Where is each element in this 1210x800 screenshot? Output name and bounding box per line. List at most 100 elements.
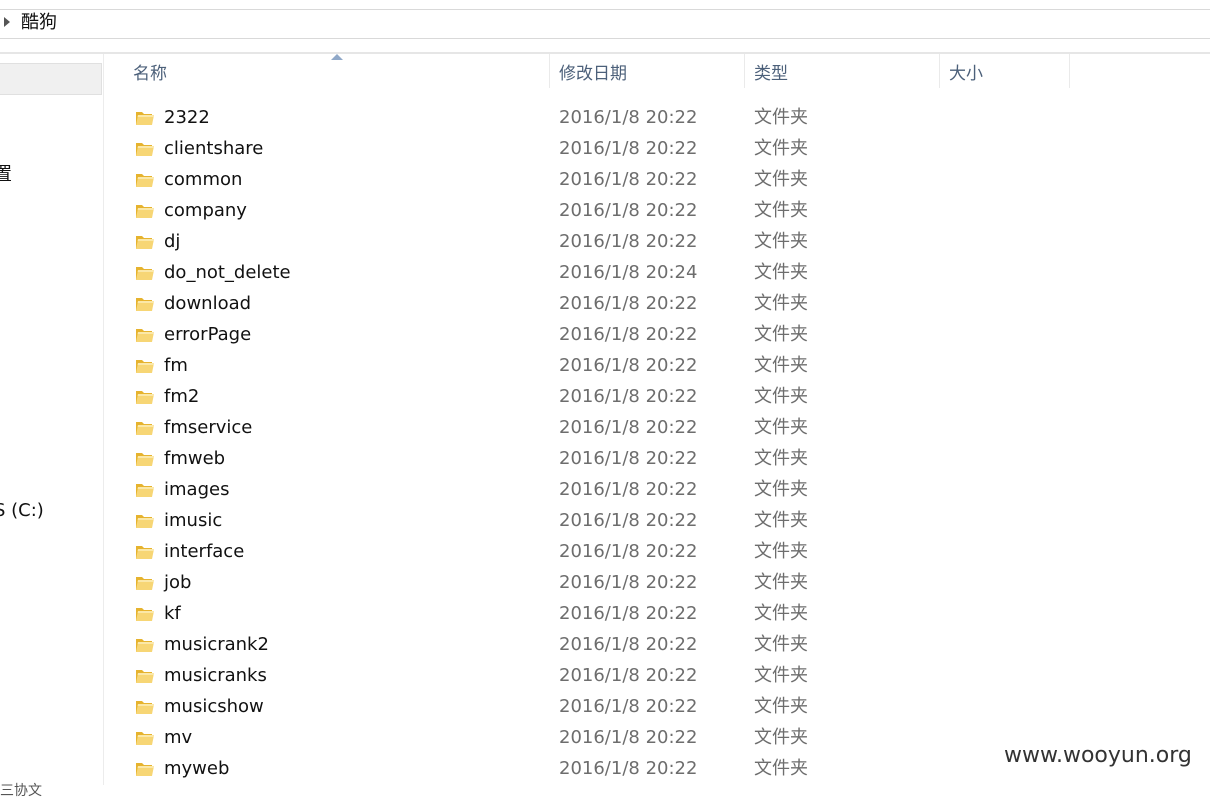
file-modified-date: 2016/1/8 20:24 bbox=[559, 262, 698, 283]
file-name[interactable]: do_not_delete bbox=[164, 261, 291, 285]
nav-item-label[interactable]: 置 bbox=[0, 160, 12, 186]
nav-item-selected[interactable] bbox=[0, 63, 102, 95]
file-name[interactable]: images bbox=[164, 478, 229, 502]
file-modified-date: 2016/1/8 20:22 bbox=[559, 448, 698, 469]
file-row[interactable]: musicranks 2016/1/8 20:22 文件夹 bbox=[105, 661, 1210, 692]
column-separator[interactable] bbox=[1069, 54, 1070, 88]
file-name[interactable]: dj bbox=[164, 230, 180, 254]
file-row[interactable]: errorPage 2016/1/8 20:22 文件夹 bbox=[105, 320, 1210, 351]
file-modified-date: 2016/1/8 20:22 bbox=[559, 727, 698, 748]
folder-icon bbox=[135, 636, 155, 654]
file-name[interactable]: imusic bbox=[164, 509, 222, 533]
nav-item-label[interactable]: 三协文 bbox=[0, 780, 42, 800]
file-modified-date: 2016/1/8 20:22 bbox=[559, 510, 698, 531]
file-name[interactable]: fm2 bbox=[164, 385, 199, 409]
file-type: 文件夹 bbox=[754, 758, 808, 779]
column-separator[interactable] bbox=[939, 54, 940, 88]
file-modified-date: 2016/1/8 20:22 bbox=[559, 355, 698, 376]
file-name[interactable]: fm bbox=[164, 354, 188, 378]
folder-icon bbox=[135, 729, 155, 747]
file-row[interactable]: musicrank2 2016/1/8 20:22 文件夹 bbox=[105, 630, 1210, 661]
address-bar-border bbox=[0, 38, 1210, 39]
navigation-pane[interactable]: 置 S (C:) 三协文 bbox=[0, 54, 104, 799]
column-header-date[interactable]: 修改日期 bbox=[559, 62, 627, 86]
address-path[interactable]: 酷狗 bbox=[21, 12, 57, 34]
folder-icon bbox=[135, 326, 155, 344]
folder-icon bbox=[135, 605, 155, 623]
column-header-size[interactable]: 大小 bbox=[949, 62, 983, 86]
file-row[interactable]: do_not_delete 2016/1/8 20:24 文件夹 bbox=[105, 258, 1210, 289]
file-type: 文件夹 bbox=[754, 107, 808, 128]
file-row[interactable]: dj 2016/1/8 20:22 文件夹 bbox=[105, 227, 1210, 258]
folder-icon bbox=[135, 574, 155, 592]
file-type: 文件夹 bbox=[754, 324, 808, 345]
file-name[interactable]: kf bbox=[164, 602, 181, 626]
chevron-right-icon[interactable] bbox=[4, 17, 10, 27]
file-row[interactable]: fmservice 2016/1/8 20:22 文件夹 bbox=[105, 413, 1210, 444]
file-row[interactable]: imusic 2016/1/8 20:22 文件夹 bbox=[105, 506, 1210, 537]
file-name[interactable]: fmservice bbox=[164, 416, 252, 440]
file-row[interactable]: download 2016/1/8 20:22 文件夹 bbox=[105, 289, 1210, 320]
folder-icon bbox=[135, 512, 155, 530]
column-header-row: 名称 修改日期 类型 大小 bbox=[105, 54, 1210, 94]
file-name[interactable]: mv bbox=[164, 726, 192, 750]
file-name[interactable]: interface bbox=[164, 540, 244, 564]
file-name[interactable]: job bbox=[164, 571, 191, 595]
column-header-type[interactable]: 类型 bbox=[754, 62, 788, 86]
file-modified-date: 2016/1/8 20:22 bbox=[559, 169, 698, 190]
file-name[interactable]: musicrank2 bbox=[164, 633, 269, 657]
file-name[interactable]: errorPage bbox=[164, 323, 251, 347]
file-name[interactable]: download bbox=[164, 292, 251, 316]
file-modified-date: 2016/1/8 20:22 bbox=[559, 293, 698, 314]
file-row[interactable]: common 2016/1/8 20:22 文件夹 bbox=[105, 165, 1210, 196]
file-name[interactable]: musicranks bbox=[164, 664, 267, 688]
file-row[interactable]: job 2016/1/8 20:22 文件夹 bbox=[105, 568, 1210, 599]
file-type: 文件夹 bbox=[754, 572, 808, 593]
file-type: 文件夹 bbox=[754, 355, 808, 376]
file-type: 文件夹 bbox=[754, 665, 808, 686]
file-type: 文件夹 bbox=[754, 386, 808, 407]
file-name[interactable]: myweb bbox=[164, 757, 229, 781]
file-name[interactable]: musicshow bbox=[164, 695, 264, 719]
file-row[interactable]: fm2 2016/1/8 20:22 文件夹 bbox=[105, 382, 1210, 413]
file-type: 文件夹 bbox=[754, 696, 808, 717]
file-row[interactable]: images 2016/1/8 20:22 文件夹 bbox=[105, 475, 1210, 506]
file-modified-date: 2016/1/8 20:22 bbox=[559, 758, 698, 779]
address-bar-border bbox=[0, 9, 1210, 10]
file-modified-date: 2016/1/8 20:22 bbox=[559, 479, 698, 500]
file-name[interactable]: 2322 bbox=[164, 106, 210, 130]
file-row[interactable]: company 2016/1/8 20:22 文件夹 bbox=[105, 196, 1210, 227]
folder-icon bbox=[135, 698, 155, 716]
folder-icon bbox=[135, 481, 155, 499]
folder-icon bbox=[135, 388, 155, 406]
file-row[interactable]: clientshare 2016/1/8 20:22 文件夹 bbox=[105, 134, 1210, 165]
file-name[interactable]: common bbox=[164, 168, 242, 192]
file-type: 文件夹 bbox=[754, 448, 808, 469]
file-type: 文件夹 bbox=[754, 541, 808, 562]
file-modified-date: 2016/1/8 20:22 bbox=[559, 231, 698, 252]
file-row[interactable]: fm 2016/1/8 20:22 文件夹 bbox=[105, 351, 1210, 382]
column-separator[interactable] bbox=[549, 54, 550, 88]
file-type: 文件夹 bbox=[754, 479, 808, 500]
folder-icon bbox=[135, 357, 155, 375]
file-modified-date: 2016/1/8 20:22 bbox=[559, 696, 698, 717]
file-name[interactable]: fmweb bbox=[164, 447, 225, 471]
file-name[interactable]: clientshare bbox=[164, 137, 263, 161]
file-name[interactable]: company bbox=[164, 199, 247, 223]
column-header-name[interactable]: 名称 bbox=[133, 62, 167, 86]
file-row[interactable]: 2322 2016/1/8 20:22 文件夹 bbox=[105, 103, 1210, 134]
nav-item-drive-c[interactable]: S (C:) bbox=[0, 500, 44, 521]
column-separator[interactable] bbox=[744, 54, 745, 88]
address-bar[interactable]: 酷狗 bbox=[0, 0, 1210, 52]
file-modified-date: 2016/1/8 20:22 bbox=[559, 572, 698, 593]
folder-icon bbox=[135, 295, 155, 313]
folder-icon bbox=[135, 264, 155, 282]
file-list[interactable]: 2322 2016/1/8 20:22 文件夹 clientshare 2016/1/8… bbox=[105, 103, 1210, 785]
file-type: 文件夹 bbox=[754, 603, 808, 624]
file-row[interactable]: musicshow 2016/1/8 20:22 文件夹 bbox=[105, 692, 1210, 723]
file-row[interactable]: interface 2016/1/8 20:22 文件夹 bbox=[105, 537, 1210, 568]
file-row[interactable]: kf 2016/1/8 20:22 文件夹 bbox=[105, 599, 1210, 630]
file-row[interactable]: fmweb 2016/1/8 20:22 文件夹 bbox=[105, 444, 1210, 475]
file-type: 文件夹 bbox=[754, 169, 808, 190]
folder-icon bbox=[135, 109, 155, 127]
